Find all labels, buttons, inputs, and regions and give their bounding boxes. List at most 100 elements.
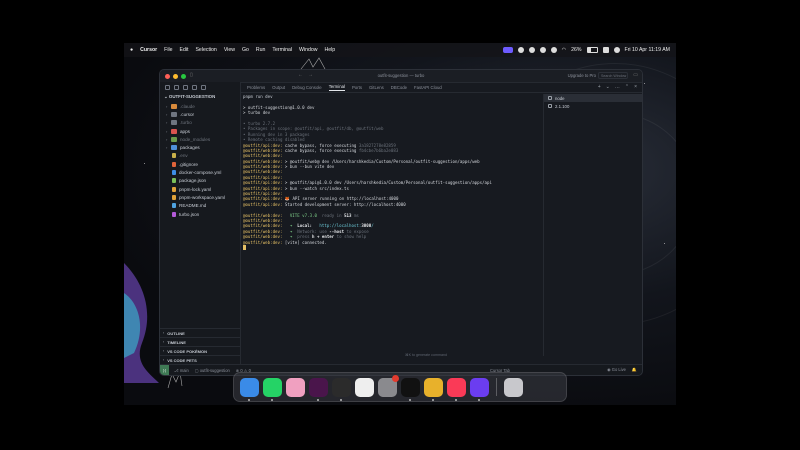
control-center-icon[interactable]	[602, 47, 609, 53]
wifi-icon[interactable]: ◠	[562, 47, 567, 53]
close-icon[interactable]: ×	[634, 84, 637, 90]
tree-file[interactable]: docker-compose.yml	[160, 168, 240, 176]
battery-icon[interactable]	[586, 47, 598, 53]
finder-icon[interactable]	[240, 377, 259, 401]
siri-icon[interactable]	[613, 47, 620, 53]
search-icon[interactable]	[174, 84, 179, 90]
more-icon[interactable]: …	[615, 84, 620, 90]
photos-icon[interactable]	[286, 377, 305, 397]
chevron-right-icon: ›	[163, 358, 165, 362]
terminal-list-item[interactable]: 2.1.100	[544, 102, 642, 110]
battery-percent[interactable]: 26%	[571, 47, 581, 53]
go-live-item[interactable]: ◉ Go Live	[607, 367, 626, 373]
files-icon[interactable]	[165, 84, 170, 90]
music-player-icon[interactable]	[401, 377, 420, 401]
terminal-cursor	[243, 244, 246, 250]
terminal-text: 3000	[361, 223, 372, 229]
terminal-output[interactable]: pnpm run dev > outfit-suggestion@1.0.0 de…	[243, 94, 543, 356]
status-app-icon[interactable]	[550, 47, 557, 53]
status-app-icon[interactable]	[517, 47, 524, 53]
clock[interactable]: Fri 10 Apr 11:19 AM	[625, 47, 670, 53]
sidebar-panel[interactable]: › VS CODE PETS	[160, 355, 240, 364]
remote-icon[interactable]: ⟩⟨	[160, 365, 169, 375]
menu-terminal[interactable]: Terminal	[272, 47, 292, 53]
branch-item[interactable]: ⎇ main	[174, 368, 189, 373]
chevron-down-icon[interactable]: ⌄	[606, 84, 610, 90]
notes-icon[interactable]	[355, 377, 374, 397]
tree-file[interactable]: README.md	[160, 202, 240, 210]
menu-run[interactable]: Run	[256, 47, 266, 53]
tree-file[interactable]: turbo.json	[160, 210, 240, 218]
tree-folder[interactable]: › .claude	[160, 102, 240, 110]
sidebar-panel[interactable]: › OUTLINE	[160, 328, 240, 337]
browser-ring-icon[interactable]	[470, 377, 489, 401]
menu-window[interactable]: Window	[299, 47, 317, 53]
sidebar-panel[interactable]: › VS CODE POKÉMON	[160, 346, 240, 355]
slack-icon[interactable]	[309, 377, 328, 401]
terminal-text: @outfit/api:dev:	[243, 201, 285, 207]
whatsapp-icon[interactable]	[263, 377, 282, 401]
tab-dbcode[interactable]: DBCode	[391, 85, 407, 90]
menu-app-name[interactable]: Cursor	[140, 47, 157, 53]
layout-icon[interactable]: ▭	[633, 72, 638, 78]
tree-folder[interactable]: › packages	[160, 143, 240, 151]
dock	[233, 372, 567, 402]
new-terminal-icon[interactable]: +	[598, 84, 601, 90]
folder-icon	[171, 136, 177, 142]
tree-folder[interactable]: › apps	[160, 127, 240, 135]
menu-file[interactable]: File	[164, 47, 172, 53]
extensions-icon[interactable]	[192, 84, 197, 90]
chrome-icon[interactable]	[424, 377, 443, 401]
menu-go[interactable]: Go	[242, 47, 249, 53]
running-indicator	[409, 398, 411, 401]
terminal-list-item[interactable]: node	[544, 94, 642, 102]
tab-gitlens[interactable]: GitLens	[369, 85, 384, 90]
tree-item-label: apps	[180, 128, 190, 134]
source-control-icon[interactable]	[183, 84, 188, 90]
terminal-icon	[548, 104, 552, 108]
project-item[interactable]: ▢ outfit-suggestion	[195, 368, 230, 373]
apple-icon[interactable]: ●	[130, 47, 133, 53]
menu-view[interactable]: View	[224, 47, 235, 53]
menu-edit[interactable]: Edit	[180, 47, 189, 53]
status-app-icon[interactable]	[539, 47, 546, 53]
notifications-icon[interactable]: 🔔	[632, 367, 637, 373]
terminal-text: > bun --watch src/index.ts	[284, 185, 349, 191]
tree-file[interactable]: package.json	[160, 177, 240, 185]
menu-help[interactable]: Help	[324, 47, 335, 53]
screen-record-icon[interactable]	[502, 47, 513, 53]
tree-file[interactable]: pnpm-lock.yaml	[160, 185, 240, 193]
tree-folder[interactable]: › .turbo	[160, 119, 240, 127]
chevron-right-icon: ›	[163, 331, 165, 335]
tree-folder[interactable]: › node_modules	[160, 135, 240, 143]
status-app-icon[interactable]	[528, 47, 535, 53]
terminal-text: @outfit/api:dev:	[243, 174, 285, 180]
menu-selection[interactable]: Selection	[195, 47, 216, 53]
terminal-text: @outfit/web:dev:	[243, 153, 285, 159]
tree-file[interactable]: .gitignore	[160, 160, 240, 168]
tree-folder[interactable]: › .cursor	[160, 110, 240, 118]
terminal-list-label: 2.1.100	[555, 103, 570, 109]
tab-output[interactable]: Output	[272, 85, 285, 90]
tab-ports[interactable]: Ports	[352, 85, 362, 90]
more-icon[interactable]	[201, 84, 206, 90]
settings-icon[interactable]	[378, 374, 399, 397]
terminal-text: > bun --bun vite dev	[284, 164, 335, 170]
trash-icon[interactable]	[504, 377, 523, 397]
file-icon	[172, 186, 176, 192]
maximize-panel-icon[interactable]: ⌃	[625, 84, 629, 90]
tree-file[interactable]: .env	[160, 152, 240, 160]
search-window-input[interactable]: Search Window	[598, 72, 628, 79]
tab-terminal[interactable]: Terminal	[328, 84, 345, 91]
file-icon	[172, 178, 176, 184]
tree-file[interactable]: pnpm-workspace.yaml	[160, 193, 240, 201]
sidebar-panel[interactable]: › TIMELINE	[160, 337, 240, 346]
explorer-header[interactable]: ⌄ OUTFIT-SUGGESTION	[160, 92, 240, 102]
tab-fastapi-cloud[interactable]: FastAPI Cloud	[414, 85, 442, 90]
upgrade-button[interactable]: Upgrade to Pro	[568, 73, 596, 78]
apple-music-icon[interactable]	[447, 377, 466, 401]
terminal-text: VITE	[284, 212, 303, 218]
tab-problems[interactable]: Problems	[247, 85, 265, 90]
cursor-icon[interactable]	[332, 377, 351, 401]
tab-debug-console[interactable]: Debug Console	[292, 85, 322, 90]
